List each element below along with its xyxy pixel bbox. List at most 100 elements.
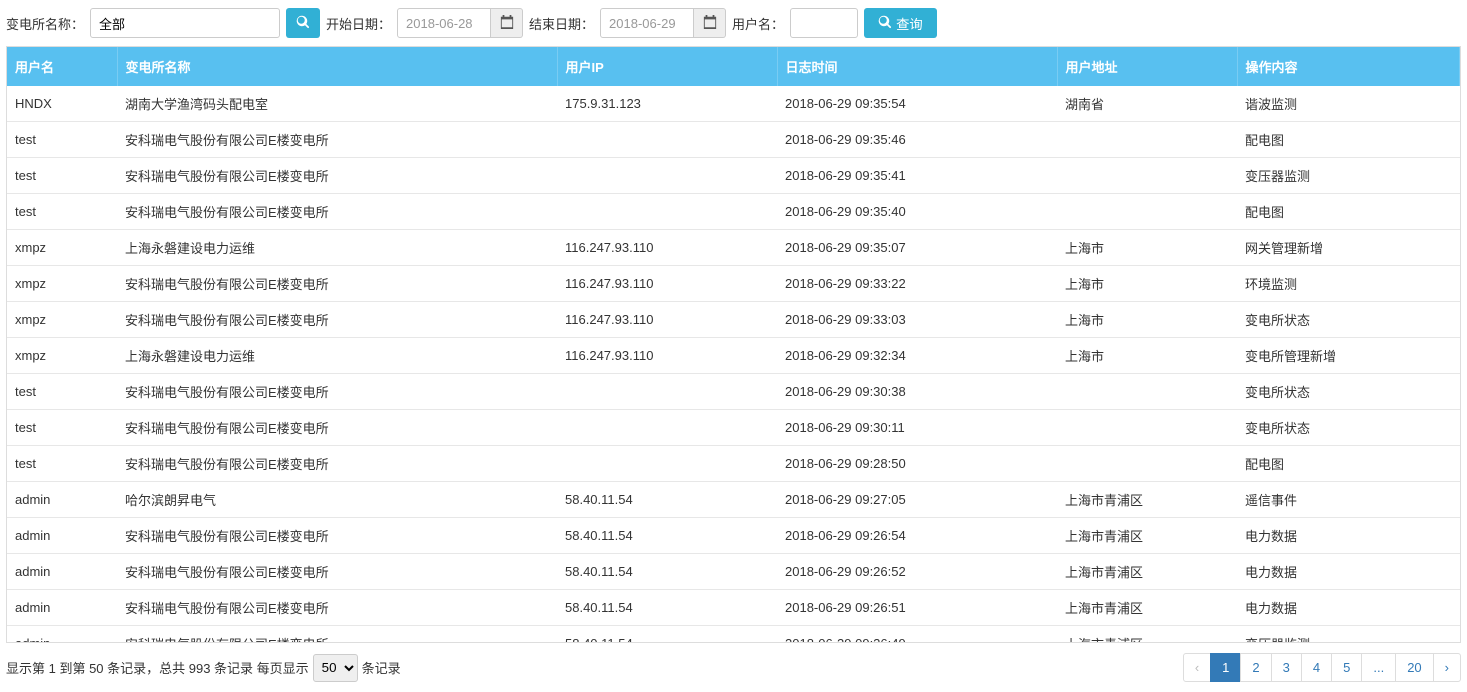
page-link[interactable]: 20 [1396, 654, 1432, 681]
cell-op: 配电图 [1237, 194, 1460, 230]
calendar-icon [500, 15, 514, 32]
page-size-select[interactable]: 50 [313, 654, 358, 682]
cell-user: test [7, 122, 117, 158]
cell-op: 电力数据 [1237, 518, 1460, 554]
page-item[interactable]: › [1433, 653, 1461, 682]
cell-user: xmpz [7, 230, 117, 266]
cell-addr: 上海市青浦区 [1057, 554, 1237, 590]
page-item[interactable]: ‹ [1183, 653, 1211, 682]
table-scroll-area[interactable]: 用户名 变电所名称 用户IP 日志时间 用户地址 操作内容 HNDX湖南大学渔湾… [7, 47, 1460, 642]
table-row[interactable]: test安科瑞电气股份有限公司E楼变电所2018-06-29 09:35:41变… [7, 158, 1460, 194]
cell-station: 安科瑞电气股份有限公司E楼变电所 [117, 266, 557, 302]
cell-op: 变电所状态 [1237, 374, 1460, 410]
cell-user: test [7, 446, 117, 482]
cell-ip: 58.40.11.54 [557, 518, 777, 554]
cell-ip: 58.40.11.54 [557, 590, 777, 626]
cell-op: 变压器监测 [1237, 158, 1460, 194]
cell-station: 上海永磐建设电力运维 [117, 338, 557, 374]
page-item[interactable]: 5 [1331, 653, 1362, 682]
cell-addr [1057, 446, 1237, 482]
page-link[interactable]: 4 [1302, 654, 1331, 681]
page-item[interactable]: 3 [1271, 653, 1302, 682]
page-item[interactable]: ... [1361, 653, 1396, 682]
cell-ip [557, 446, 777, 482]
start-calendar-button[interactable] [491, 8, 523, 38]
cell-ip: 116.247.93.110 [557, 266, 777, 302]
table-row[interactable]: xmpz安科瑞电气股份有限公司E楼变电所116.247.93.1102018-0… [7, 302, 1460, 338]
page-info: 显示第 1 到第 50 条记录，总共 993 条记录 每页显示 50 条记录 [6, 654, 401, 682]
end-date-input[interactable] [600, 8, 694, 38]
cell-time: 2018-06-29 09:35:46 [777, 122, 1057, 158]
station-label: 变电所名称： [6, 14, 84, 33]
cell-station: 安科瑞电气股份有限公司E楼变电所 [117, 518, 557, 554]
table-row[interactable]: xmpz上海永磐建设电力运维116.247.93.1102018-06-29 0… [7, 230, 1460, 266]
cell-time: 2018-06-29 09:26:54 [777, 518, 1057, 554]
page-item[interactable]: 4 [1301, 653, 1332, 682]
cell-ip [557, 374, 777, 410]
cell-time: 2018-06-29 09:27:05 [777, 482, 1057, 518]
cell-addr: 上海市青浦区 [1057, 590, 1237, 626]
start-date-input[interactable] [397, 8, 491, 38]
cell-ip: 58.40.11.54 [557, 554, 777, 590]
user-input[interactable] [790, 8, 858, 38]
header-op[interactable]: 操作内容 [1237, 47, 1460, 86]
cell-op: 变压器监测 [1237, 626, 1460, 643]
table-row[interactable]: admin安科瑞电气股份有限公司E楼变电所58.40.11.542018-06-… [7, 554, 1460, 590]
cell-station: 安科瑞电气股份有限公司E楼变电所 [117, 410, 557, 446]
page-link[interactable]: 2 [1241, 654, 1270, 681]
cell-ip [557, 158, 777, 194]
table-row[interactable]: test安科瑞电气股份有限公司E楼变电所2018-06-29 09:35:46配… [7, 122, 1460, 158]
page-item[interactable]: 2 [1240, 653, 1271, 682]
cell-addr [1057, 158, 1237, 194]
header-ip[interactable]: 用户IP [557, 47, 777, 86]
cell-station: 安科瑞电气股份有限公司E楼变电所 [117, 446, 557, 482]
cell-user: test [7, 374, 117, 410]
page-link[interactable]: ‹ [1184, 654, 1210, 681]
cell-addr [1057, 410, 1237, 446]
page-link[interactable]: ... [1362, 654, 1395, 681]
cell-station: 上海永磐建设电力运维 [117, 230, 557, 266]
table-row[interactable]: test安科瑞电气股份有限公司E楼变电所2018-06-29 09:30:38变… [7, 374, 1460, 410]
cell-station: 安科瑞电气股份有限公司E楼变电所 [117, 302, 557, 338]
table-row[interactable]: xmpz安科瑞电气股份有限公司E楼变电所116.247.93.1102018-0… [7, 266, 1460, 302]
header-addr[interactable]: 用户地址 [1057, 47, 1237, 86]
table-row[interactable]: xmpz上海永磐建设电力运维116.247.93.1102018-06-29 0… [7, 338, 1460, 374]
table-row[interactable]: HNDX湖南大学渔湾码头配电室175.9.31.1232018-06-29 09… [7, 86, 1460, 122]
query-button[interactable]: 查询 [864, 8, 937, 38]
table-row[interactable]: admin安科瑞电气股份有限公司E楼变电所58.40.11.542018-06-… [7, 626, 1460, 643]
station-input[interactable] [90, 8, 280, 38]
cell-user: test [7, 194, 117, 230]
table-row[interactable]: admin安科瑞电气股份有限公司E楼变电所58.40.11.542018-06-… [7, 518, 1460, 554]
cell-station: 安科瑞电气股份有限公司E楼变电所 [117, 590, 557, 626]
table-row[interactable]: test安科瑞电气股份有限公司E楼变电所2018-06-29 09:35:40配… [7, 194, 1460, 230]
cell-addr: 上海市青浦区 [1057, 518, 1237, 554]
table-row[interactable]: admin哈尔滨朗昇电气58.40.11.542018-06-29 09:27:… [7, 482, 1460, 518]
station-search-button[interactable] [286, 8, 320, 38]
cell-op: 谐波监测 [1237, 86, 1460, 122]
cell-time: 2018-06-29 09:26:49 [777, 626, 1057, 643]
cell-time: 2018-06-29 09:33:03 [777, 302, 1057, 338]
page-item[interactable]: 20 [1395, 653, 1433, 682]
cell-ip [557, 410, 777, 446]
page-item[interactable]: 1 [1210, 653, 1241, 682]
table-row[interactable]: admin安科瑞电气股份有限公司E楼变电所58.40.11.542018-06-… [7, 590, 1460, 626]
start-date-label: 开始日期： [326, 14, 391, 33]
page-link[interactable]: › [1434, 654, 1460, 681]
cell-station: 安科瑞电气股份有限公司E楼变电所 [117, 158, 557, 194]
cell-op: 变电所状态 [1237, 302, 1460, 338]
page-link[interactable]: 1 [1211, 654, 1240, 681]
header-station[interactable]: 变电所名称 [117, 47, 557, 86]
table-row[interactable]: test安科瑞电气股份有限公司E楼变电所2018-06-29 09:30:11变… [7, 410, 1460, 446]
table-row[interactable]: test安科瑞电气股份有限公司E楼变电所2018-06-29 09:28:50配… [7, 446, 1460, 482]
header-time[interactable]: 日志时间 [777, 47, 1057, 86]
search-icon [296, 15, 310, 32]
cell-user: admin [7, 554, 117, 590]
page-link[interactable]: 3 [1272, 654, 1301, 681]
page-link[interactable]: 5 [1332, 654, 1361, 681]
end-date-label: 结束日期： [529, 14, 594, 33]
cell-ip: 175.9.31.123 [557, 86, 777, 122]
cell-user: admin [7, 482, 117, 518]
end-calendar-button[interactable] [694, 8, 726, 38]
header-user[interactable]: 用户名 [7, 47, 117, 86]
cell-user: xmpz [7, 302, 117, 338]
